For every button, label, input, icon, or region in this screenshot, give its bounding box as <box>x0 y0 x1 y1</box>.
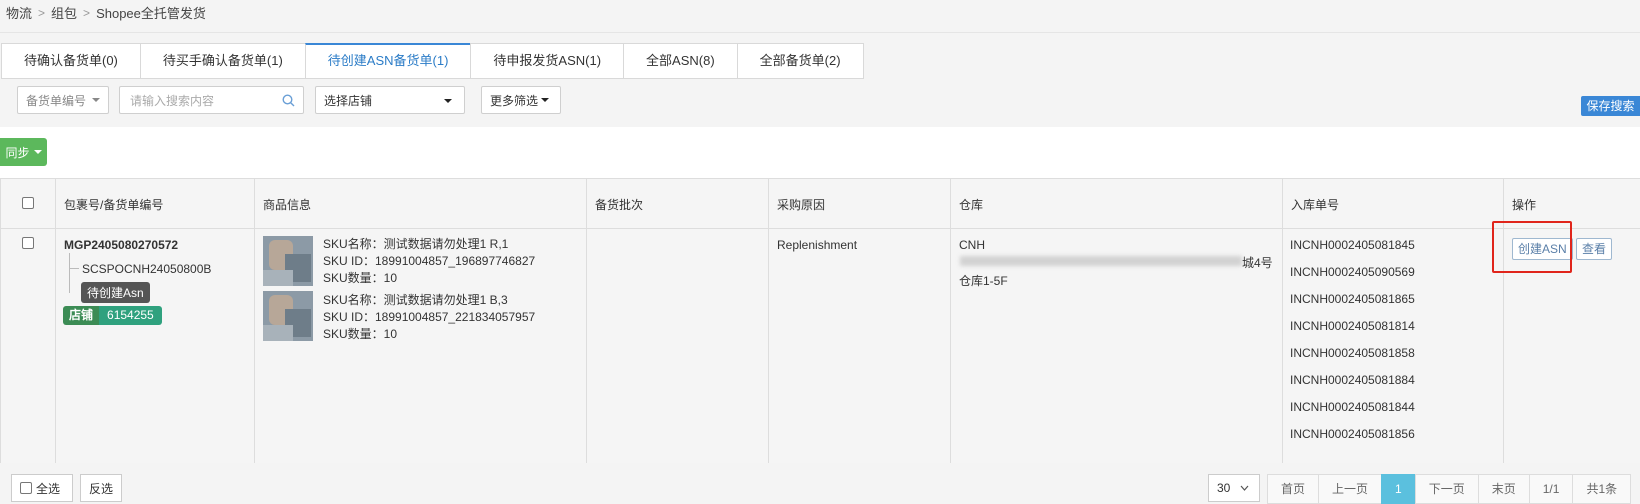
sku-name: SKU名称：测试数据请勿处理1 R,1 <box>323 237 509 251</box>
product-thumbnail[interactable] <box>263 291 313 341</box>
chevron-right-icon: > <box>38 5 46 20</box>
inbound-no: INCNH0002405081884 <box>1290 373 1415 387</box>
page-indicator: 1/1 <box>1528 474 1574 504</box>
column-divider <box>586 179 587 463</box>
shop-select[interactable]: 选择店铺 <box>315 86 465 114</box>
column-divider <box>1282 179 1283 463</box>
view-button[interactable]: 查看 <box>1576 238 1613 260</box>
sku-id: SKU ID：18991004857_221834057957 <box>323 310 536 324</box>
caret-down-icon <box>92 98 101 102</box>
tree-line <box>69 268 79 269</box>
store-id: 6154255 <box>99 306 162 325</box>
warehouse-code: CNH <box>959 238 985 252</box>
select-all-header-checkbox[interactable] <box>22 197 34 209</box>
redacted-address <box>960 256 1242 266</box>
more-filter-button[interactable]: 更多筛选 <box>481 86 561 114</box>
tab-pending-create-asn[interactable]: 待创建ASN备货单(1) <box>304 43 472 79</box>
package-no: MGP2405080270572 <box>64 238 179 252</box>
breadcrumb-logistics[interactable]: 物流 <box>6 3 32 22</box>
column-divider <box>950 179 951 463</box>
breadcrumb: 物流 > 组包 > Shopee全托管发货 <box>6 3 206 22</box>
tab-pending-confirm[interactable]: 待确认备货单(0) <box>1 43 141 79</box>
toolbar <box>0 127 1640 179</box>
prev-page-button[interactable]: 上一页 <box>1318 474 1383 504</box>
breadcrumb-package[interactable]: 组包 <box>51 3 77 22</box>
column-divider <box>254 179 255 463</box>
inbound-no: INCNH0002405081844 <box>1290 400 1415 414</box>
tab-all-orders[interactable]: 全部备货单(2) <box>736 43 864 79</box>
checkbox[interactable] <box>20 482 32 494</box>
chevron-right-icon: > <box>83 5 91 20</box>
chevron-down-icon <box>1240 485 1249 491</box>
column-divider <box>768 179 769 463</box>
product-thumbnail[interactable] <box>263 236 313 286</box>
inbound-no: INCNH0002405081814 <box>1290 319 1415 333</box>
sku-qty: SKU数量：10 <box>323 327 398 341</box>
sync-label: 同步 <box>5 145 30 160</box>
header-product-info: 商品信息 <box>263 198 312 212</box>
filter-type-select[interactable]: 备货单编号 <box>17 86 109 114</box>
sku-name: SKU名称：测试数据请勿处理1 B,3 <box>323 293 508 307</box>
tree-line <box>69 253 70 293</box>
caret-down-icon <box>444 99 452 103</box>
inbound-no: INCNH0002405081845 <box>1290 238 1415 252</box>
inbound-no: INCNH0002405090569 <box>1290 265 1415 279</box>
header-reason: 采购原因 <box>777 198 826 212</box>
order-no[interactable]: SCSPOCNH24050800B <box>82 262 211 276</box>
divider <box>0 32 1640 33</box>
more-filter-label: 更多筛选 <box>490 93 539 108</box>
caret-down-icon <box>541 98 550 102</box>
sku-id: SKU ID：18991004857_196897746827 <box>323 254 536 268</box>
current-page-button[interactable]: 1 <box>1381 474 1416 504</box>
search-placeholder: 请输入搜索内容 <box>130 93 215 108</box>
sync-button[interactable]: 同步 <box>0 138 47 166</box>
tab-pending-declare-asn[interactable]: 待申报发货ASN(1) <box>470 43 625 79</box>
total-count: 共1条 <box>1572 474 1632 504</box>
column-divider <box>0 179 1 463</box>
inbound-no: INCNH0002405081865 <box>1290 292 1415 306</box>
shop-select-label: 选择店铺 <box>324 93 373 108</box>
save-search-button[interactable]: 保存搜索 <box>1581 96 1640 116</box>
tab-bar: 待确认备货单(0) 待买手确认备货单(1) 待创建ASN备货单(1) 待申报发货… <box>1 43 864 79</box>
inbound-no: INCNH0002405081858 <box>1290 346 1415 360</box>
inbound-no: INCNH0002405081856 <box>1290 427 1415 441</box>
first-page-button[interactable]: 首页 <box>1267 474 1320 504</box>
search-input[interactable]: 请输入搜索内容 <box>119 86 304 114</box>
header-batch: 备货批次 <box>595 198 644 212</box>
filter-type-label: 备货单编号 <box>26 93 87 108</box>
next-page-button[interactable]: 下一页 <box>1414 474 1479 504</box>
select-all-button[interactable]: 全选 <box>11 474 73 502</box>
warehouse-floor: 仓库1-5F <box>959 274 1008 288</box>
header-package-no: 包裹号/备货单编号 <box>64 198 164 212</box>
search-icon[interactable] <box>282 94 295 107</box>
tab-all-asn[interactable]: 全部ASN(8) <box>623 43 738 79</box>
status-badge: 待创建Asn <box>81 282 150 303</box>
highlight-box <box>1492 221 1572 273</box>
column-divider <box>55 179 56 463</box>
row-checkbox[interactable] <box>22 237 34 249</box>
page-size-select[interactable]: 30 <box>1208 474 1260 502</box>
header-actions: 操作 <box>1512 198 1537 212</box>
tab-pending-buyer-confirm[interactable]: 待买手确认备货单(1) <box>139 43 306 79</box>
last-page-button[interactable]: 末页 <box>1477 474 1530 504</box>
breadcrumb-current: Shopee全托管发货 <box>96 6 206 21</box>
page-size-value: 30 <box>1217 481 1231 495</box>
store-badge: 店铺 6154255 <box>63 306 162 325</box>
invert-selection-button[interactable]: 反选 <box>80 474 123 502</box>
header-inbound-no: 入库单号 <box>1291 198 1340 212</box>
sku-qty: SKU数量：10 <box>323 271 398 285</box>
warehouse-address-tail: 城4号 <box>1242 256 1273 270</box>
store-label: 店铺 <box>63 306 100 325</box>
purchase-reason: Replenishment <box>777 238 858 252</box>
pagination: 首页 上一页 1 下一页 末页 1/1 共1条 <box>1267 474 1632 504</box>
select-all-label: 全选 <box>36 481 61 496</box>
caret-down-icon <box>33 150 42 154</box>
header-warehouse: 仓库 <box>959 198 984 212</box>
